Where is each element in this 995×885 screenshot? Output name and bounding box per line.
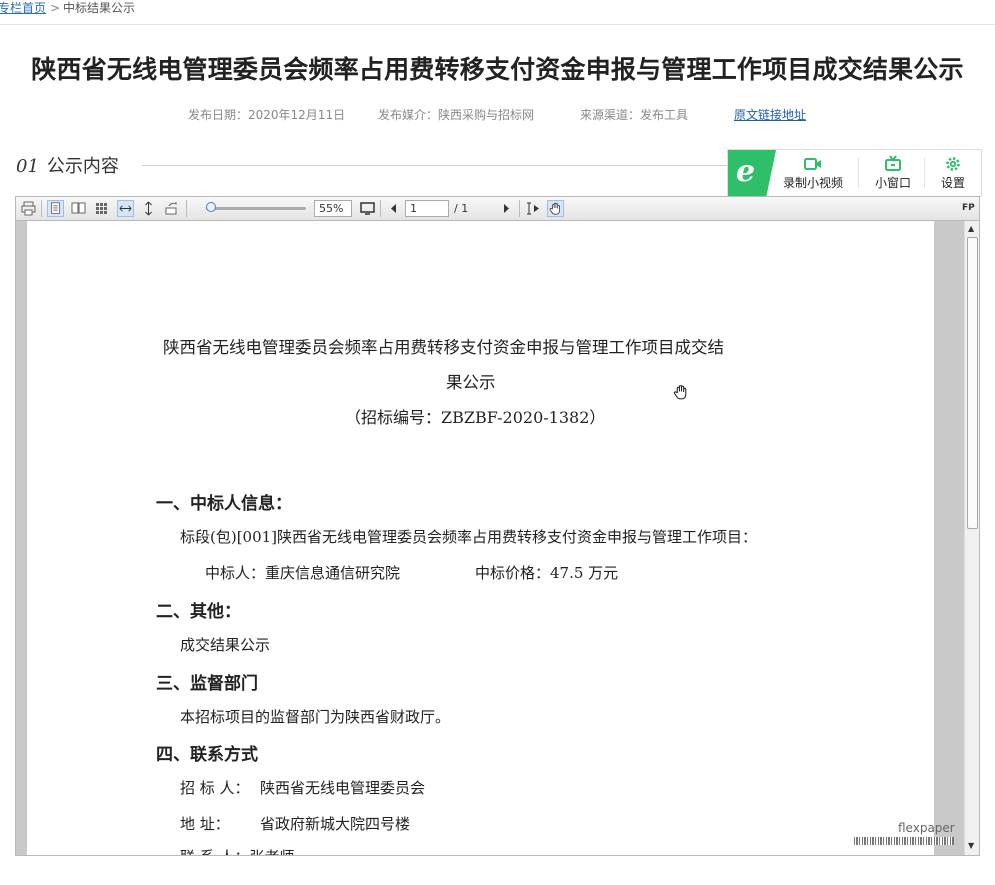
record-video-button[interactable]: 录制小视频 (780, 154, 846, 191)
doc-tenderer-label: 招 标 人： (180, 779, 250, 797)
next-page-icon[interactable] (498, 200, 515, 217)
prev-page-icon[interactable] (385, 200, 402, 217)
toolbar-separator (186, 200, 187, 217)
breadcrumb-home-link[interactable]: 专栏首页 (0, 0, 46, 16)
toolbar-separator (519, 200, 520, 217)
section-heading: 01 公示内容 (16, 152, 119, 178)
publish-date: 发布日期：2020年12月11日 (188, 108, 346, 122)
page-title: 陕西省无线电管理委员会频率占用费转移支付资金申报与管理工作项目成交结果公示 (31, 55, 964, 84)
doc-title-line1: 陕西省无线电管理委员会频率占用费转移支付资金申报与管理工作项目成交结 (163, 338, 724, 357)
record-video-label: 录制小视频 (782, 176, 843, 190)
thumbnail-grid-icon[interactable] (93, 200, 110, 217)
doc-heading-contact: 四、联系方式 (156, 745, 258, 765)
fit-height-icon[interactable] (140, 200, 157, 217)
fit-width-icon[interactable] (117, 200, 134, 217)
page-number-input[interactable]: 1 (405, 200, 449, 217)
print-icon[interactable] (20, 200, 37, 217)
video-camera-icon (804, 158, 821, 170)
doc-winner: 中标人：重庆信息通信研究院 (205, 564, 401, 582)
settings-button[interactable]: 设置 (932, 154, 974, 191)
flexpaper-watermark: flexpaper (898, 821, 955, 835)
plugin-divider (924, 158, 925, 188)
scrollbar-thumb[interactable] (967, 237, 978, 529)
scroll-down-icon[interactable]: ▼ (968, 841, 974, 850)
text-select-icon[interactable] (524, 200, 541, 217)
flexpaper-fp-label: FP (962, 203, 975, 213)
zoom-slider-handle[interactable] (206, 202, 216, 212)
gear-icon (946, 157, 960, 171)
publish-media: 发布媒介：陕西采购与招标网 (378, 108, 535, 122)
doc-address: 省政府新城大院四号楼 (260, 815, 411, 833)
mini-window-button[interactable]: 小窗口 (868, 154, 918, 191)
breadcrumb: 专栏首页 > 中标结果公示 (0, 0, 995, 25)
doc-heading-supervision: 三、监督部门 (156, 674, 258, 694)
settings-label: 设置 (940, 176, 965, 190)
zoom-slider-track[interactable] (206, 207, 306, 210)
toolbar-separator (380, 200, 381, 217)
doc-address-label: 地 址： (180, 815, 230, 833)
breadcrumb-separator: > (50, 1, 61, 15)
section-divider (142, 165, 732, 166)
mini-window-label: 小窗口 (874, 176, 911, 190)
barcode-icon (854, 837, 954, 845)
document-page: 陕西省无线电管理委员会频率占用费转移支付资金申报与管理工作项目成交结 果公示 （… (27, 221, 934, 855)
doc-tender-code: （招标编号：ZBZBF-2020-1382） (345, 408, 606, 427)
doc-lot-info: 标段(包)[001]陕西省无线电管理委员会频率占用费转移支付资金申报与管理工作项… (180, 528, 758, 546)
vertical-scrollbar[interactable]: ▲ ▼ (964, 221, 979, 855)
plugin-logo-icon: e (728, 150, 776, 196)
viewer-toolbar: 55% 1 / 1 FP (16, 197, 979, 221)
section-label: 公示内容 (46, 156, 119, 177)
breadcrumb-current: 中标结果公示 (63, 1, 136, 15)
document-area: 陕西省无线电管理委员会频率占用费转移支付资金申报与管理工作项目成交结 果公示 （… (16, 221, 963, 855)
hand-tool-icon[interactable] (547, 200, 564, 217)
doc-other-text: 成交结果公示 (180, 636, 271, 654)
source-link[interactable]: 原文链接地址 (734, 106, 806, 123)
hand-cursor-icon (673, 385, 687, 400)
page-total: / 1 (454, 202, 469, 215)
scroll-up-icon[interactable]: ▲ (968, 224, 974, 233)
doc-title-line2: 果公示 (446, 373, 496, 392)
doc-contact-person: 联 系 人：张老师 (180, 846, 295, 855)
plugin-divider (858, 158, 859, 188)
doc-heading-other: 二、其他： (156, 602, 241, 622)
fullscreen-icon[interactable] (359, 200, 376, 217)
two-page-icon[interactable] (70, 200, 87, 217)
toolbar-separator (41, 200, 42, 217)
doc-tenderer: 陕西省无线电管理委员会 (260, 779, 426, 797)
tv-icon (885, 155, 901, 171)
doc-supervision-text: 本招标项目的监督部门为陕西省财政厅。 (180, 708, 451, 726)
doc-winning-price: 中标价格：47.5 万元 (475, 564, 619, 582)
document-viewer: 55% 1 / 1 FP 陕西省无线电管理委员会频率占用费转移支付资金申报与管理… (15, 196, 980, 856)
doc-heading-winner: 一、中标人信息： (156, 494, 292, 514)
zoom-level-input[interactable]: 55% (314, 200, 352, 217)
source-channel: 来源渠道：发布工具 (580, 108, 689, 122)
rotate-icon[interactable] (163, 200, 180, 217)
plugin-bar: e 录制小视频 小窗口 设置 (727, 149, 982, 197)
section-number: 01 (16, 156, 39, 177)
single-page-icon[interactable] (47, 200, 64, 217)
